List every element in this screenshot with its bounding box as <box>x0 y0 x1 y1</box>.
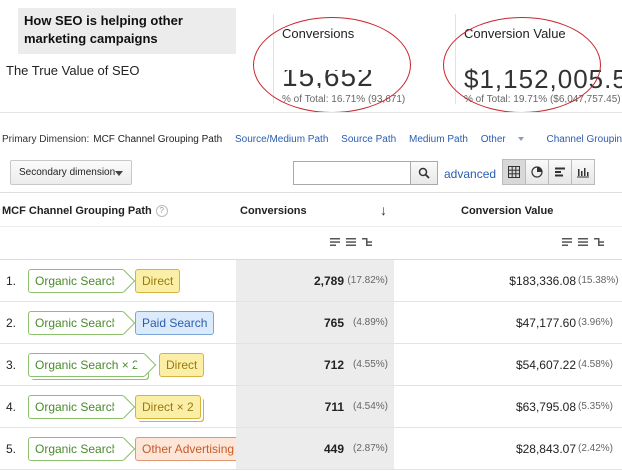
grid-icon <box>508 166 520 178</box>
secondary-dimension-label: Secondary dimension <box>19 167 116 178</box>
conversions-value: 15,652 <box>282 70 374 88</box>
channel-groupings-dropdown[interactable]: Channel Groupings <box>547 134 622 145</box>
conversion-value-percent: (5.35%) <box>578 401 614 412</box>
table-header: MCF Channel Grouping Path? Conversions ↓… <box>0 192 622 226</box>
conversions-cell: 712 (4.55%) <box>236 344 394 385</box>
conversion-value-percent: (4.58%) <box>578 359 614 370</box>
column-header-path-label: MCF Channel Grouping Path <box>2 205 152 217</box>
table-row[interactable]: 4. Organic Search Direct × 2 711 (4.54%)… <box>0 386 622 428</box>
row-index: 3. <box>6 358 17 372</box>
column-header-conversion-value[interactable]: Conversion Value <box>461 205 553 217</box>
sort-descending-icon[interactable]: ↓ <box>380 202 387 218</box>
column-header-path[interactable]: MCF Channel Grouping Path? <box>2 205 168 218</box>
align-icon[interactable] <box>562 237 572 247</box>
pie-chart-icon <box>531 166 543 178</box>
tree-icon[interactable] <box>594 237 604 247</box>
row-index: 5. <box>6 442 17 456</box>
conversions-value: 2,789 <box>313 274 344 288</box>
path-step-organic-search: Organic Search × 2 <box>28 353 146 377</box>
path-step-direct: Direct × 2 <box>135 395 201 419</box>
view-table-button[interactable] <box>502 159 526 185</box>
path-step-organic-search: Organic Search <box>28 395 126 419</box>
conversions-metric[interactable]: Conversions 15,652 % of Total: 16.71% (9… <box>273 14 433 105</box>
conversion-value: $63,795.08 <box>515 400 576 414</box>
table-row[interactable]: 1. Organic Search Direct 2,789 (17.82%) … <box>0 260 622 302</box>
page-annotation-title: How SEO is helping other marketing campa… <box>18 8 236 54</box>
chevron-down-icon <box>517 137 524 142</box>
chevron-down-icon <box>115 171 123 176</box>
conversions-total: % of Total: 16.71% (93,671) <box>282 94 406 105</box>
conversion-value-metric[interactable]: Conversion Value $1,152,005.55 % of Tota… <box>455 14 622 105</box>
column-header-conversions[interactable]: Conversions <box>240 205 307 217</box>
bar-chart-icon <box>555 167 565 177</box>
divider <box>0 112 622 113</box>
search-button[interactable] <box>411 161 438 185</box>
table-row[interactable]: 3. Organic Search × 2 Direct 712 (4.55%)… <box>0 344 622 386</box>
conversions-cell: 449 (2.87%) <box>236 428 394 469</box>
conversions-value: 711 <box>324 400 344 414</box>
advanced-filter-link[interactable]: advanced <box>444 167 496 181</box>
conversions-percent: (2.87%) <box>352 443 388 454</box>
path-step-organic-search: Organic Search <box>28 437 126 461</box>
comparison-icon <box>577 168 589 178</box>
conversions-percent: (4.89%) <box>352 317 388 328</box>
conversion-value: $47,177.60 <box>515 316 576 330</box>
conversions-label: Conversions <box>282 26 355 41</box>
conversions-percent: (4.54%) <box>352 401 388 412</box>
search-icon <box>418 167 430 179</box>
channel-groupings-label: Channel Groupings <box>546 134 622 145</box>
path-step-organic-search: Organic Search <box>28 269 126 293</box>
conversion-value: $183,336.08 <box>509 274 576 288</box>
view-pie-button[interactable] <box>525 159 549 185</box>
conversion-value: $28,843.07 <box>515 442 576 456</box>
conversions-value: 765 <box>323 316 344 330</box>
conversion-value: $54,607.22 <box>515 358 576 372</box>
conversions-value: 449 <box>323 442 344 456</box>
dimension-other-label: Other <box>480 134 506 145</box>
help-icon[interactable]: ? <box>155 205 168 218</box>
tree-icon[interactable] <box>362 237 372 247</box>
conversions-column-options <box>330 237 372 247</box>
primary-dimension-label: Primary Dimension: <box>2 134 90 145</box>
path-step-other-advertising: Other Advertising <box>135 437 242 461</box>
dimension-other-dropdown[interactable]: Other <box>481 134 524 145</box>
view-comparison-button[interactable] <box>571 159 595 185</box>
conversion-value-percent: (3.96%) <box>578 317 614 328</box>
conversions-percent: (17.82%) <box>347 275 388 286</box>
dimension-medium-path[interactable]: Medium Path <box>409 134 468 145</box>
table-row[interactable]: 2. Organic Search Paid Search 765 (4.89%… <box>0 302 622 344</box>
dimension-source-path[interactable]: Source Path <box>341 134 396 145</box>
path-step-direct: Direct <box>135 269 181 293</box>
list-icon[interactable] <box>346 237 356 247</box>
conversions-percent: (4.55%) <box>352 359 388 370</box>
conversion-value-percent: (2.42%) <box>578 443 614 454</box>
conversion-value-value: $1,152,005.55 <box>464 68 622 92</box>
dimension-source-medium-path[interactable]: Source/Medium Path <box>235 134 328 145</box>
row-index: 1. <box>6 274 17 288</box>
row-index: 4. <box>6 400 17 414</box>
column-options-row <box>0 226 622 260</box>
align-icon[interactable] <box>330 237 340 247</box>
conversion-value-total: % of Total: 19.71% ($6,047,757.45) <box>464 94 621 105</box>
secondary-dimension-dropdown[interactable]: Secondary dimension <box>10 160 132 185</box>
row-index: 2. <box>6 316 17 330</box>
path-step-paid-search: Paid Search <box>135 311 215 335</box>
conversions-value: 712 <box>323 358 344 372</box>
view-switcher <box>502 159 595 185</box>
list-icon[interactable] <box>578 237 588 247</box>
dimension-mcf-channel-grouping-path[interactable]: MCF Channel Grouping Path <box>93 134 222 145</box>
value-column-options <box>562 237 604 247</box>
table-search-input[interactable] <box>293 161 411 185</box>
conversion-value-label: Conversion Value <box>464 26 566 41</box>
table-row[interactable]: 5. Organic Search Other Advertising 449 … <box>0 428 622 470</box>
conversions-cell: 765 (4.89%) <box>236 302 394 343</box>
path-step-organic-search: Organic Search <box>28 311 126 335</box>
page-subtitle: The True Value of SEO <box>6 63 140 78</box>
conversions-cell: 711 (4.54%) <box>236 386 394 427</box>
conversions-cell: 2,789 (17.82%) <box>236 260 394 301</box>
view-bar-button[interactable] <box>548 159 572 185</box>
primary-dimension-bar: Primary Dimension: MCF Channel Grouping P… <box>2 134 622 145</box>
conversion-value-percent: (15.38%) <box>578 275 619 286</box>
path-step-direct: Direct <box>159 353 205 377</box>
